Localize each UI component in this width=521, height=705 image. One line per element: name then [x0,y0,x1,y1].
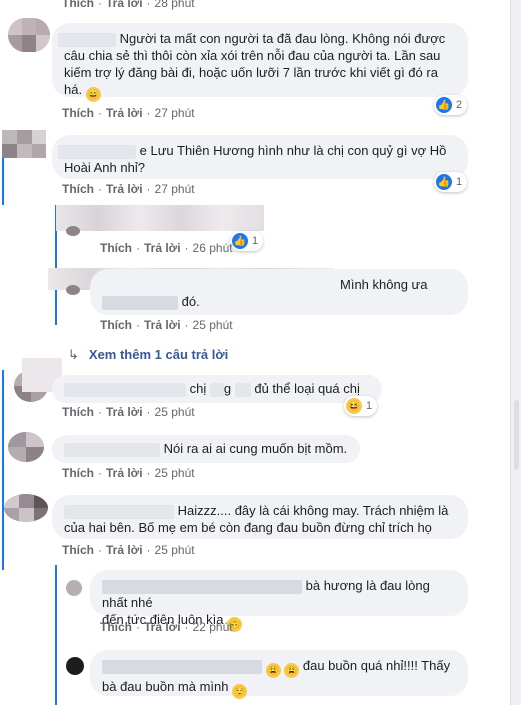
timestamp[interactable]: 25 phút [155,543,195,557]
reply-button[interactable]: Trả lời [144,620,181,634]
avatar[interactable] [4,494,48,522]
reply-button[interactable]: Trả lời [106,182,143,196]
like-reaction-icon: 👍 [436,97,452,113]
timestamp[interactable]: 26 phút [193,241,233,255]
reply-button[interactable]: Trả lời [106,0,143,10]
reaction-summary[interactable]: 👍 1 [230,231,264,251]
comment-text: của hai bên. Bố mẹ em bé còn đang đau bu… [64,520,432,535]
author-name-redacted[interactable] [64,442,160,457]
comment-actions: Thích · Trả lời · 27 phút [62,182,195,196]
right-pane [510,0,521,705]
haha-reaction-icon: 😆 [346,398,362,414]
avatar[interactable] [8,432,44,462]
comment-text: đủ thể loại quá chị [254,381,360,396]
timestamp[interactable]: 28 phút [155,0,195,10]
reaction-summary[interactable]: 👍 2 [434,95,468,115]
comment-text: đó. [181,294,200,309]
comment-bubble: Người ta mất con người ta đã đau lòng. K… [52,23,468,102]
author-name-redacted[interactable] [64,504,174,519]
like-button[interactable]: Thích [62,182,94,196]
author-name-redacted[interactable] [58,32,116,47]
reply-button[interactable]: Trả lời [106,543,143,557]
comment-actions: Thích · Trả lời · 25 phút [62,405,195,419]
comment-actions: Thích · Trả lời · 22 phút [100,620,233,634]
comment-actions: Thích · Trả lời · 27 phút [62,106,195,120]
like-button[interactable]: Thích [62,405,94,419]
comment-text: Người ta mất con người ta đã đau lòng. K… [64,31,446,97]
comment-bubble: 😩 😩 đau buồn quá nhỉ!!!! Thấy bà đau buồ… [90,650,468,699]
grin-emoji-icon: 😄 [85,87,101,102]
comment-bubble: chị g đủ thể loại quá chị [52,375,382,403]
avatar[interactable] [66,580,82,596]
comment-text: Nói ra ai ai cung muốn bịt mồm. [163,441,348,456]
like-reaction-icon: 👍 [232,233,248,249]
like-button[interactable]: Thích [62,466,94,480]
comment-text: đau buồn quá nhỉ!!!! Thấy [302,658,451,673]
like-button[interactable]: Thích [62,0,94,10]
timestamp[interactable]: 27 phút [155,182,195,196]
reply-button[interactable]: Trả lời [144,318,181,332]
comment-bubble: Haizzz.... đây là cái không may. Trách n… [52,495,468,539]
thread-line [2,370,4,570]
reply-button[interactable]: Trả lời [106,466,143,480]
reply-button[interactable]: Trả lời [106,106,143,120]
comment-actions: Thích · Trả lời · 25 phút [62,466,195,480]
comment-actions: Thích · Trả lời · 26 phút [100,241,233,255]
comment-actions: Thích · Trả lời · 25 phút [62,543,195,557]
reaction-summary[interactable]: 👍 1 [434,172,468,192]
comment-bubble: Mình không ưa đó. [90,269,468,315]
avatar[interactable] [2,130,46,158]
comment-text: bà đau buồn mà mình [102,679,229,694]
author-name-redacted[interactable] [102,659,262,674]
comment-bubble: e Lưu Thiên Hương hình như là chị con qu… [52,135,468,179]
like-reaction-icon: 👍 [436,174,452,190]
reply-button[interactable]: Trả lời [144,241,181,255]
comment-actions: Thích · Trả lời · 25 phút [100,318,233,332]
avatar[interactable] [66,285,80,295]
timestamp[interactable]: 22 phút [193,620,233,634]
comment-bubble: Nói ra ai ai cung muốn bịt mồm. [52,435,360,463]
avatar[interactable] [66,657,84,675]
view-more-replies-link[interactable]: ↳ Xem thêm 1 câu trả lời [68,347,228,363]
comment-actions: Thích · Trả lời · 28 phút [62,0,195,10]
like-button[interactable]: Thích [62,106,94,120]
comment-bubble: bà hương là đau lòng nhất nhé đến tức đi… [90,570,468,632]
author-name-redacted[interactable] [64,382,186,397]
weary-face-icon: 😩 [284,663,300,678]
comment-text: Haizzz.... đây là cái không may. Trách n… [177,503,449,518]
redacted-text [102,295,178,310]
timestamp[interactable]: 25 phút [155,466,195,480]
reply-arrow-icon: ↳ [68,347,79,362]
thread-line [55,565,57,705]
weary-face-icon: 😩 [265,663,281,678]
author-name-redacted[interactable] [102,579,302,594]
like-button[interactable]: Thích [100,318,132,332]
timestamp[interactable]: 25 phút [193,318,233,332]
comment-text: Hoài Anh nhỉ? [64,160,145,175]
scrollbar[interactable] [514,400,519,470]
author-name-redacted[interactable] [56,205,264,231]
avatar[interactable] [66,226,80,236]
like-button[interactable]: Thích [100,241,132,255]
avatar[interactable] [8,18,50,52]
like-button[interactable]: Thích [100,620,132,634]
author-name-redacted[interactable] [58,144,136,159]
reply-button[interactable]: Trả lời [106,405,143,419]
comment-text: e Lưu Thiên Hương hình như là chị con qu… [139,143,447,158]
comment-text: Mình không ưa [340,277,428,292]
like-button[interactable]: Thích [62,543,94,557]
relieved-face-icon: 😌 [232,684,248,699]
timestamp[interactable]: 27 phút [155,106,195,120]
timestamp[interactable]: 25 phút [155,405,195,419]
reaction-summary[interactable]: 😆 1 [344,396,378,416]
